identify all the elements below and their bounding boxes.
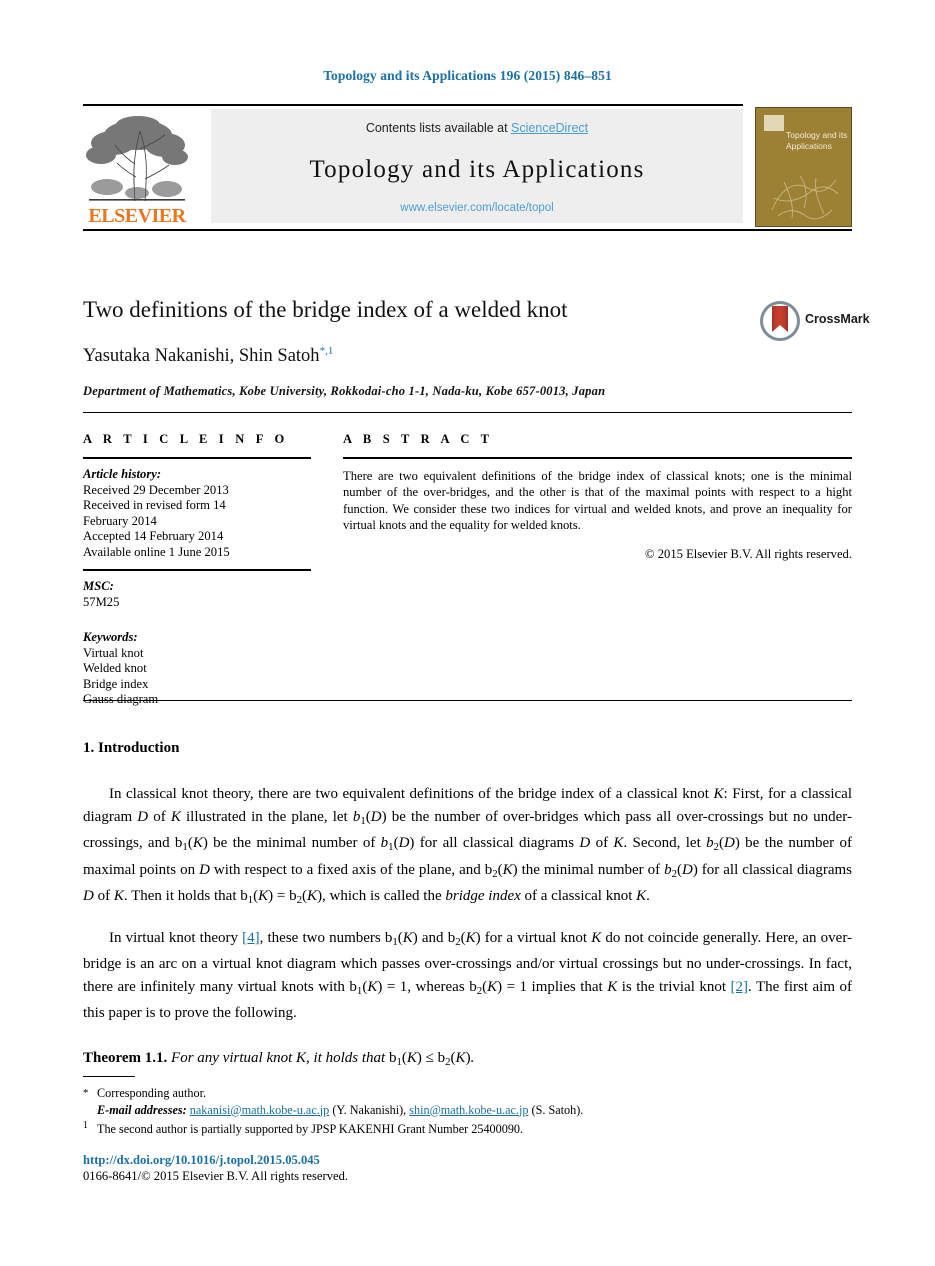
elsevier-tree-icon (83, 109, 191, 206)
history-line: Accepted 14 February 2014 (83, 529, 224, 543)
email-addresses-label: E-mail addresses: (97, 1102, 187, 1117)
crossmark-badge[interactable]: CrossMark (759, 300, 874, 342)
theorem-1-1: Theorem 1.1. For any virtual knot K, it … (83, 1049, 475, 1068)
msc-label: MSC: (83, 579, 114, 593)
citation-link-4[interactable]: [4] (242, 930, 260, 946)
journal-title: Topology and its Applications (309, 156, 645, 183)
article-info-column: A R T I C L E I N F O Article history: R… (83, 432, 311, 708)
article-history-label: Article history: (83, 467, 162, 481)
msc-separator-rule (83, 569, 311, 571)
crossmark-icon (760, 301, 800, 341)
abstract-copyright: © 2015 Elsevier B.V. All rights reserved… (645, 546, 852, 561)
sciencedirect-link[interactable]: ScienceDirect (511, 121, 588, 135)
section-number: 1. (83, 740, 95, 756)
keyword-item: Bridge index (83, 676, 149, 691)
author-list: Yasutaka Nakanishi, Shin Satoh*,1 (83, 345, 852, 367)
history-line: Received in revised form 14 (83, 498, 226, 512)
email-owner-nakanishi: (Y. Nakanishi), (332, 1102, 407, 1117)
affiliation: Department of Mathematics, Kobe Universi… (83, 384, 606, 399)
body-area: 1. Introduction In classical knot theory… (83, 740, 852, 1088)
running-head: Topology and its Applications 196 (2015)… (323, 68, 612, 83)
paragraph-intro-2: In virtual knot theory [4], these two nu… (83, 929, 853, 1022)
info-band-top-rule (83, 412, 852, 413)
footnote-corresponding-author: * Corresponding author. (83, 1085, 852, 1102)
footnotes-block: * Corresponding author. E-mail addresses:… (83, 1085, 852, 1138)
footnote-grant-text: The second author is partially supported… (97, 1122, 524, 1137)
footnote-asterisk-mark: * (83, 1087, 89, 1099)
contents-prefix: Contents lists available at (365, 121, 512, 135)
elsevier-wordmark: ELSEVIER (88, 205, 186, 227)
journal-url-link[interactable]: www.elsevier.com/locate/topol (211, 202, 743, 214)
abstract-text: There are two equivalent definitions of … (343, 469, 852, 533)
page-title: Two definitions of the bridge index of a… (83, 297, 568, 322)
doi-link[interactable]: http://dx.doi.org/10.1016/j.topol.2015.0… (83, 1152, 852, 1168)
footnote-grant: 1 The second author is partially supporte… (83, 1118, 852, 1138)
cover-elsevier-icon (764, 115, 784, 131)
paragraph-intro-1: In classical knot theory, there are two … (83, 786, 853, 907)
section-title: Introduction (98, 740, 180, 756)
article-info-rule (83, 457, 311, 459)
theorem-label: Theorem 1.1. (83, 1049, 168, 1066)
author-names: Yasutaka Nakanishi, Shin Satoh (83, 346, 320, 367)
history-line: February 2014 (83, 513, 157, 528)
author-footnote-marks: *,1 (319, 345, 334, 357)
bottom-block: http://dx.doi.org/10.1016/j.topol.2015.0… (83, 1152, 852, 1184)
abstract-heading: A B S T R A C T (343, 432, 494, 446)
footnote-one-mark: 1 (83, 1120, 88, 1131)
footnote-emails: E-mail addresses: nakanisi@math.kobe-u.a… (83, 1102, 852, 1119)
history-line: Available online 1 June 2015 (83, 544, 230, 559)
issn-copyright-line: 0166-8641/© 2015 Elsevier B.V. All right… (83, 1169, 349, 1183)
title-block: Two definitions of the bridge index of a… (83, 296, 870, 399)
section-heading-introduction: 1. Introduction (83, 740, 852, 757)
msc-value: 57M25 (83, 594, 120, 609)
keywords-label: Keywords: (83, 630, 138, 644)
footnote-separator-rule (83, 1076, 135, 1077)
cover-title-text: Topology and its Applications (786, 130, 848, 151)
msc-block: MSC: 57M25 (83, 579, 311, 610)
paper-page: Topology and its Applications 196 (2015)… (0, 0, 935, 1266)
contents-available-line: Contents lists available at ScienceDirec… (211, 121, 743, 135)
footnote-corresponding-text: Corresponding author. (97, 1086, 206, 1100)
journal-masthead: ELSEVIER Contents lists available at Sci… (83, 104, 852, 231)
keywords-block: Keywords: Virtual knot Welded knot Bridg… (83, 630, 311, 708)
article-history-block: Article history: Received 29 December 20… (83, 467, 311, 560)
cover-knot-graphic (771, 175, 839, 220)
history-line: Received 29 December 2013 (83, 482, 229, 497)
crossmark-label: CrossMark (805, 312, 870, 326)
article-info-heading: A R T I C L E I N F O (83, 432, 289, 446)
citation-link-2[interactable]: [2] (731, 979, 749, 995)
journal-band: Contents lists available at ScienceDirec… (211, 109, 743, 223)
masthead-top-rule (83, 104, 743, 106)
keyword-item: Virtual knot (83, 645, 144, 660)
masthead-bottom-rule (83, 229, 852, 231)
email-link-nakanishi[interactable]: nakanisi@math.kobe-u.ac.jp (190, 1103, 330, 1117)
journal-cover-thumbnail: Topology and its Applications (755, 107, 852, 227)
info-band-bottom-rule (83, 700, 852, 701)
email-link-satoh[interactable]: shin@math.kobe-u.ac.jp (409, 1103, 528, 1117)
abstract-column: A B S T R A C T There are two equivalent… (343, 432, 852, 562)
abstract-rule (343, 457, 852, 459)
keyword-item: Welded knot (83, 661, 147, 675)
email-owner-satoh: (S. Satoh). (531, 1102, 584, 1117)
elsevier-logo: ELSEVIER (83, 109, 191, 230)
